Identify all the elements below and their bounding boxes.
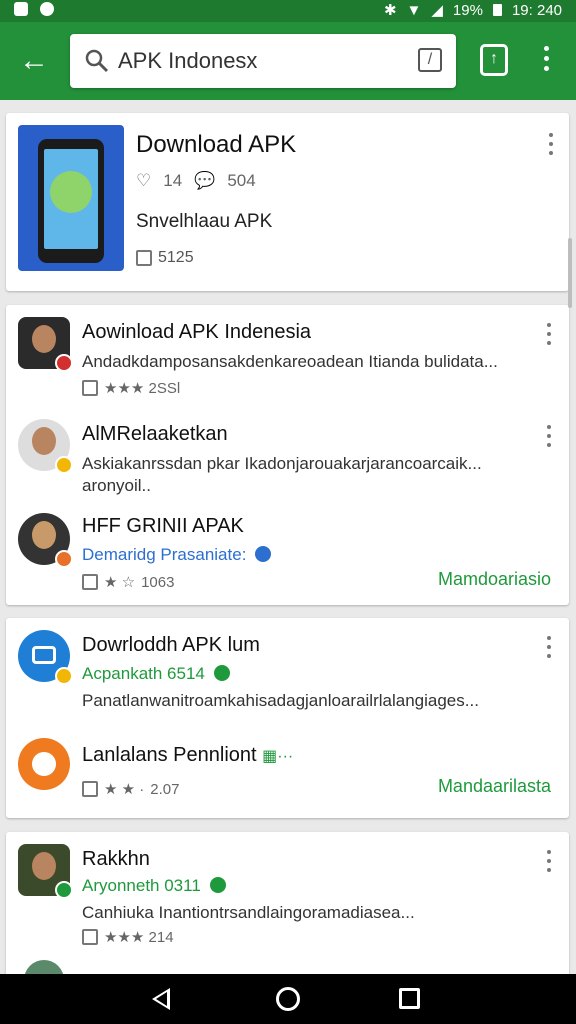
bluetooth-icon: ✱ [383, 2, 397, 19]
item-meta: ★★★ 214 [82, 928, 174, 946]
store-icon: ▦··· [262, 748, 294, 765]
checkbox-icon [82, 781, 98, 797]
item-desc: Askiakanrssdan pkar Ikadonjarouakarjaran… [82, 454, 482, 495]
app-logo [50, 171, 92, 213]
results-card-1: Aowinload APK Indenesia Andadkdamposansa… [6, 305, 569, 605]
app-glyph-icon [32, 752, 56, 776]
avatar [18, 844, 73, 899]
featured-thumbnail [18, 125, 124, 271]
verified-icon [255, 546, 272, 562]
size-icon [136, 250, 152, 266]
item-action-link[interactable]: Mandaarilasta [438, 776, 551, 797]
avatar [18, 738, 70, 790]
badge-icon [55, 881, 73, 899]
verified-icon [213, 665, 230, 681]
likes-count: 14 [163, 171, 183, 190]
avatar [18, 317, 73, 372]
heart-icon: ♡ [136, 171, 152, 190]
item-meta: ★★★ 2SSl [82, 379, 180, 397]
clock: 19: 240 [511, 1, 562, 19]
star-icon: ★ ☆ [104, 574, 136, 591]
list-item[interactable]: Aowinload APK Indenesia Andadkdamposansa… [6, 317, 569, 407]
item-menu-icon[interactable] [547, 425, 551, 447]
status-bar: ✱ ▼ ◢ 19% 19: 240 [0, 0, 576, 22]
star-icon: ★ ★ · [104, 781, 145, 798]
featured-size: 5125 [136, 249, 194, 267]
item-title: AlMRelaaketkan [82, 423, 228, 445]
results-card-3: Rakkhn Aryonneth 0311 Canhiuka Inantiont… [6, 832, 569, 1000]
badge-icon [55, 354, 73, 372]
avatar [18, 419, 73, 474]
results-card-2: Dowrloddh APK lum Acpankath 6514 Panatla… [6, 618, 569, 818]
back-arrow-icon[interactable]: ← [14, 42, 54, 82]
nav-back-icon[interactable] [152, 988, 170, 1010]
notification-icon [40, 2, 54, 16]
download-icon [82, 380, 98, 396]
verified-icon [209, 877, 226, 893]
item-title: Dowrloddh APK lum [82, 634, 260, 656]
nav-home-icon[interactable] [276, 987, 300, 1011]
item-subtitle: Aryonneth 0311 [82, 876, 226, 896]
featured-subtitle: Snvelhlaau APK [136, 211, 273, 232]
item-action-link[interactable]: Mamdoariasio [438, 569, 551, 590]
list-item[interactable]: HFF GRINII APAK Demaridg Prasaniate: ★ ☆… [6, 511, 569, 599]
system-nav-bar [0, 974, 576, 1024]
item-meta: ★ ★ · 2.07 [82, 780, 179, 798]
more-vert-icon[interactable] [536, 46, 556, 78]
badge-icon [55, 456, 73, 474]
wifi-icon: ▼ [406, 1, 422, 19]
magnifier-icon [85, 49, 109, 73]
battery-level: 19% [452, 1, 483, 19]
item-menu-icon[interactable] [547, 850, 551, 872]
list-item[interactable]: AlMRelaaketkan Askiakanrssdan pkar Ikado… [6, 419, 569, 499]
badge-icon [55, 550, 73, 568]
search-input[interactable]: APK Indonesx [118, 48, 257, 74]
item-title: HFF GRINII APAK [82, 515, 244, 537]
item-menu-icon[interactable] [547, 323, 551, 345]
avatar [18, 513, 73, 568]
scrollbar[interactable] [568, 238, 572, 308]
item-title: Lanlalans Pennliont ▦··· [82, 744, 294, 766]
item-desc: Canhiuka Inantiontrsandlaingoramadiasea.… [82, 903, 415, 922]
sim-icon [14, 2, 28, 16]
size-value: 5125 [158, 249, 194, 266]
clear-box-icon[interactable]: / [418, 48, 442, 72]
item-menu-icon[interactable] [547, 636, 551, 658]
nav-recents-icon[interactable] [399, 988, 420, 1009]
item-title: Rakkhn [82, 848, 150, 870]
search-bar[interactable]: APK Indonesx / [70, 34, 456, 88]
item-desc: Andadkdamposansakdenkareoadean Itianda b… [82, 352, 498, 371]
item-desc: Panatlanwanitroamkahisadagjanloarailrlal… [82, 691, 479, 710]
featured-stats: ♡ 14 💬 504 [136, 171, 256, 191]
battery-icon [492, 4, 502, 16]
download-icon [82, 929, 98, 945]
checkbox-icon [82, 574, 98, 590]
list-item[interactable]: Dowrloddh APK lum Acpankath 6514 Panatla… [6, 630, 569, 722]
list-item[interactable]: Rakkhn Aryonneth 0311 Canhiuka Inantiont… [6, 844, 569, 946]
item-subtitle: Acpankath 6514 [82, 664, 230, 684]
comment-icon: 💬 [194, 171, 216, 190]
share-icon[interactable]: ↑ [480, 44, 508, 76]
featured-card[interactable]: Download APK ♡ 14 💬 504 Snvelhlaau APK 5… [6, 113, 569, 291]
list-item[interactable]: Lanlalans Pennliont ▦··· ★ ★ · 2.07 Mand… [6, 736, 569, 812]
app-bar: ← APK Indonesx / ↑ [0, 22, 576, 100]
signal-icon: ◢ [431, 2, 443, 19]
cloud-icon [32, 646, 56, 664]
badge-icon [55, 667, 73, 685]
featured-title: Download APK [136, 131, 297, 158]
featured-menu-icon[interactable] [549, 133, 553, 155]
item-title: Aowinload APK Indenesia [82, 321, 312, 343]
item-meta: ★ ☆ 1063 [82, 573, 174, 591]
item-subtitle: Demaridg Prasaniate: [82, 545, 272, 565]
avatar [18, 630, 73, 685]
comments-count: 504 [227, 171, 256, 190]
